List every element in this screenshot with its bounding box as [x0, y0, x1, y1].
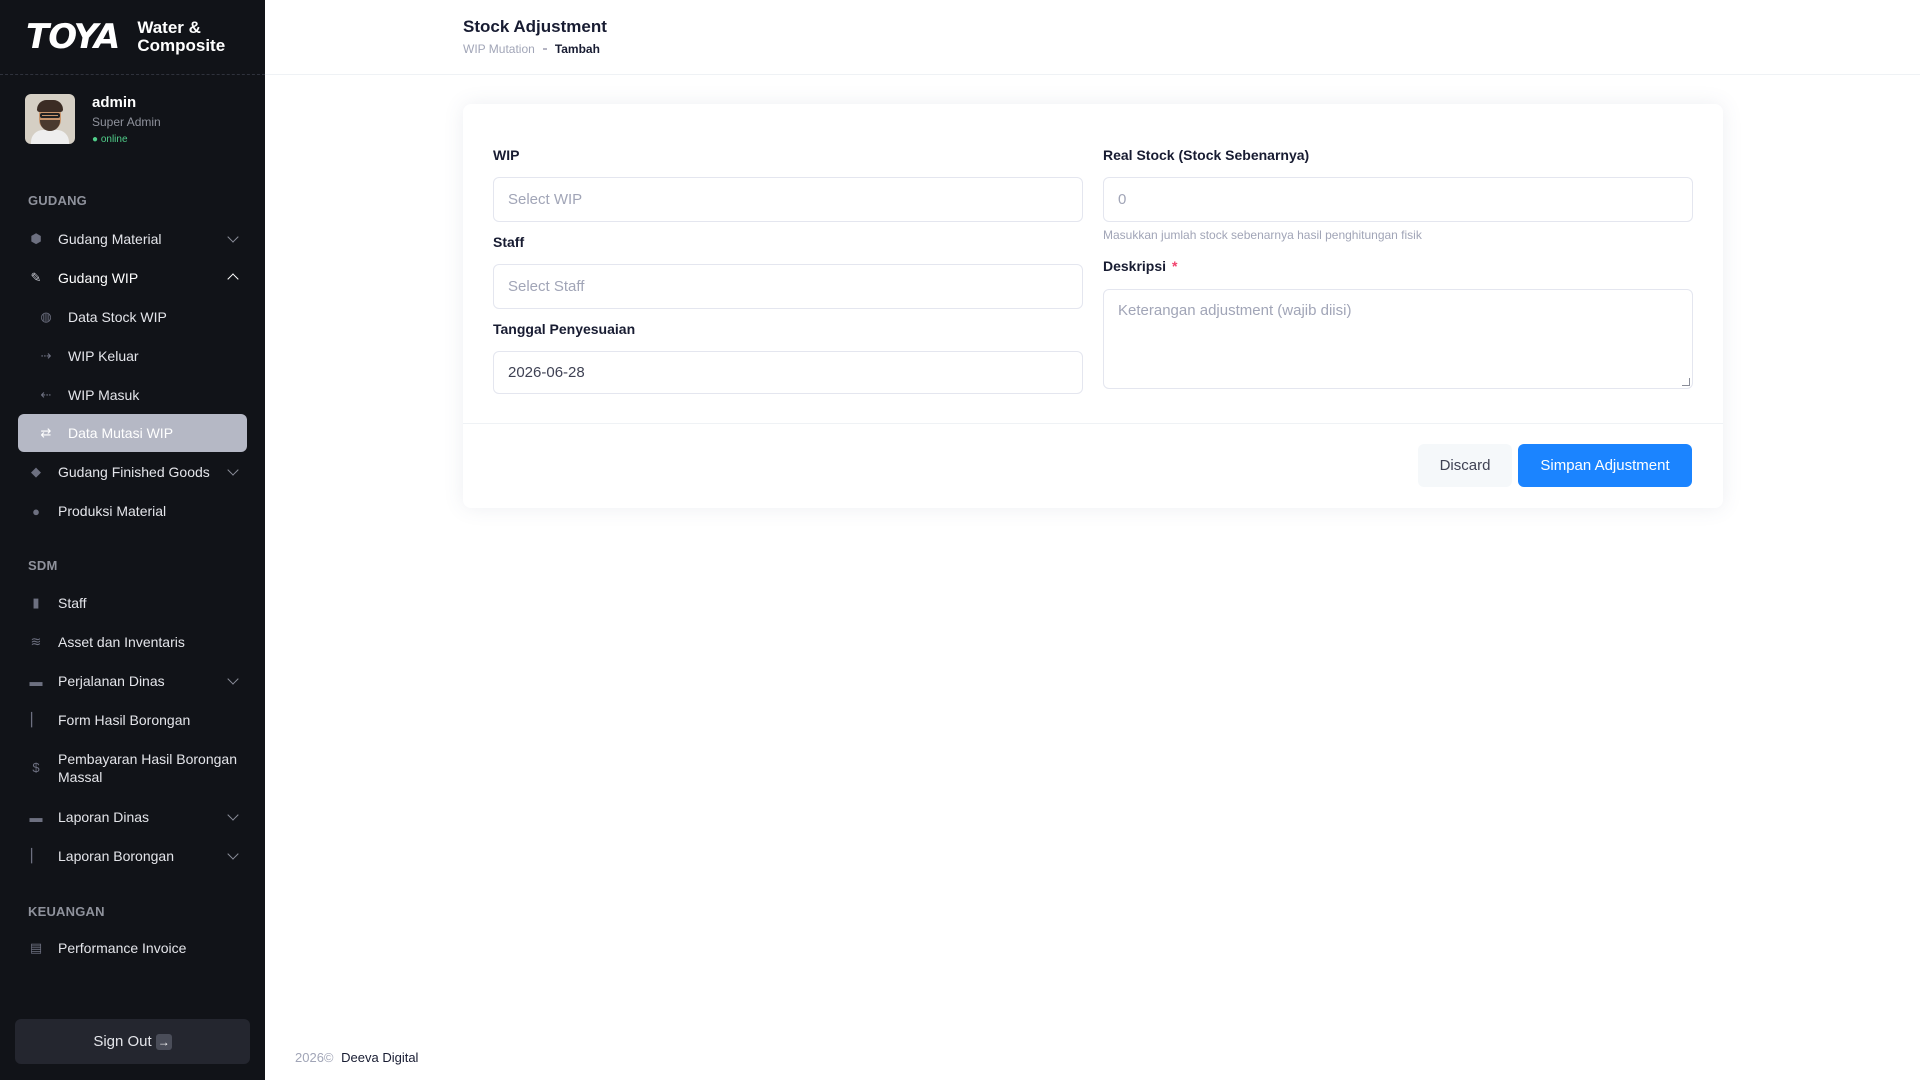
bar-chart-icon: ▏ — [31, 712, 41, 727]
simpan-adjustment-button[interactable]: Simpan Adjustment — [1518, 444, 1692, 487]
section-sdm: SDM — [28, 558, 58, 573]
discard-button[interactable]: Discard — [1418, 444, 1512, 487]
wip-label: WIP — [493, 147, 520, 163]
user-status: ● online — [92, 133, 128, 145]
brand-line-1: Water & — [137, 18, 201, 37]
footer-company-link[interactable]: Deeva Digital — [341, 1050, 418, 1065]
user-name: admin — [92, 93, 137, 111]
disc-icon: ● — [32, 503, 40, 519]
briefcase-icon: ▬ — [29, 809, 43, 825]
sidebar-item-pembayaran-hasil-borongan-massal[interactable]: $ Pembayaran Hasil Borongan Massal — [18, 744, 247, 792]
briefcase-icon: ▬ — [29, 673, 43, 689]
brand-line-2: Composite — [137, 36, 226, 55]
arrows-icon: ⇄ — [40, 425, 52, 440]
stock-adjustment-form: WIP Select WIP Staff Select Staff Tangga… — [463, 104, 1723, 508]
warehouse-icon: ⬢ — [30, 231, 42, 246]
wip-select[interactable]: Select WIP — [493, 177, 1083, 222]
chevron-down-icon — [227, 231, 239, 243]
sidebar-item-data-mutasi-wip[interactable]: ⇄ Data Mutasi WIP — [18, 414, 247, 452]
footer-year: 2026© — [295, 1050, 334, 1065]
dollar-icon: $ — [32, 760, 40, 775]
user-panel: admin Super Admin ● online — [0, 75, 265, 163]
export-icon: ⇢ — [40, 348, 52, 363]
tanggal-penyesuaian-input[interactable]: 2026-06-28 — [493, 351, 1083, 394]
sign-out-button[interactable]: Sign Out → — [15, 1019, 250, 1064]
staff-select[interactable]: Select Staff — [493, 264, 1083, 309]
sign-out-icon: → — [155, 1033, 172, 1050]
section-gudang: GUDANG — [28, 193, 87, 208]
real-stock-label: Real Stock (Stock Sebenarnya) — [1103, 147, 1310, 163]
real-stock-input[interactable]: 0 — [1103, 177, 1693, 222]
user-role: Super Admin — [92, 114, 161, 129]
footer: 2026© Deeva Digital — [295, 1050, 418, 1065]
tanggal-penyesuaian-label: Tanggal Penyesuaian — [493, 321, 636, 337]
avatar[interactable] — [25, 94, 75, 144]
chevron-down-icon — [227, 673, 239, 685]
sidebar-item-gudang-wip[interactable]: ✎ Gudang WIP — [18, 259, 247, 297]
layers-icon: ≋ — [30, 634, 42, 649]
sidebar-item-staff[interactable]: ▮ Staff — [18, 584, 247, 622]
breadcrumb-separator — [542, 48, 547, 50]
bar-chart-icon: ▏ — [31, 848, 41, 863]
sidebar-item-performance-invoice[interactable]: ▤ Performance Invoice — [18, 929, 247, 967]
sidebar-item-form-hasil-borongan[interactable]: ▏ Form Hasil Borongan — [18, 701, 247, 739]
header: Stock Adjustment WIP Mutation Tambah — [265, 0, 1920, 75]
document-icon: ▤ — [29, 940, 43, 955]
sidebar: TOYA Water & Composite admin Super Admin… — [0, 0, 265, 1080]
wrench-icon: ✎ — [30, 270, 42, 285]
sidebar-item-wip-masuk[interactable]: ⇠ WIP Masuk — [18, 376, 247, 414]
sidebar-item-gudang-material[interactable]: ⬢ Gudang Material — [18, 220, 247, 258]
required-asterisk: * — [1172, 258, 1178, 274]
sidebar-item-laporan-dinas[interactable]: ▬ Laporan Dinas — [18, 798, 247, 836]
chevron-down-icon — [227, 848, 239, 860]
staff-label: Staff — [493, 234, 525, 250]
breadcrumb-item-wip-mutation[interactable]: WIP Mutation — [463, 42, 535, 56]
sidebar-item-asset-dan-inventaris[interactable]: ≋ Asset dan Inventaris — [18, 623, 247, 661]
page-title: Stock Adjustment — [463, 17, 607, 36]
sidebar-item-data-stock-wip[interactable]: ◍ Data Stock WIP — [18, 298, 247, 336]
chevron-down-icon — [227, 809, 239, 821]
chevron-down-icon — [227, 464, 239, 476]
resize-handle[interactable] — [1682, 378, 1690, 386]
sidebar-item-wip-keluar[interactable]: ⇢ WIP Keluar — [18, 337, 247, 375]
sidebar-item-produksi-material[interactable]: ● Produksi Material — [18, 492, 247, 530]
breadcrumb: WIP Mutation Tambah — [463, 42, 600, 56]
deskripsi-textarea[interactable]: Keterangan adjustment (wajib diisi) — [1103, 289, 1693, 389]
section-keuangan: KEUANGAN — [28, 904, 105, 919]
brand-logo: TOYA — [26, 17, 120, 57]
brand-text: Water & Composite — [137, 19, 225, 55]
import-icon: ⇠ — [40, 387, 52, 402]
real-stock-hint: Masukkan jumlah stock sebenarnya hasil p… — [1103, 228, 1422, 242]
brand[interactable]: TOYA Water & Composite — [0, 0, 265, 75]
card-divider — [463, 423, 1723, 424]
breadcrumb-item-tambah: Tambah — [554, 42, 600, 56]
recycle-icon: ◍ — [40, 309, 52, 324]
chevron-up-icon — [227, 273, 239, 285]
deskripsi-label: Deskripsi * — [1103, 258, 1178, 274]
box-icon: ◆ — [31, 464, 41, 479]
sidebar-item-perjalanan-dinas[interactable]: ▬ Perjalanan Dinas — [18, 662, 247, 700]
person-icon: ▮ — [32, 595, 40, 610]
sidebar-item-gudang-finished-goods[interactable]: ◆ Gudang Finished Goods — [18, 453, 247, 491]
sidebar-item-laporan-borongan[interactable]: ▏ Laporan Borongan — [18, 837, 247, 875]
